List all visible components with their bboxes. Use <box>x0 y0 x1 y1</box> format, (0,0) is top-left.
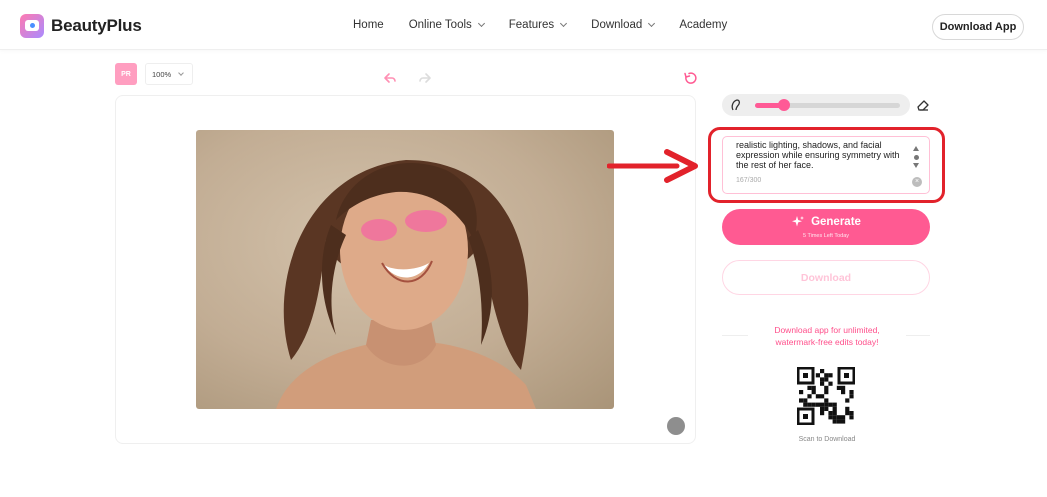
logo-icon <box>20 14 44 38</box>
download-app-button[interactable]: Download App <box>932 14 1024 40</box>
nav-academy[interactable]: Academy <box>679 19 727 31</box>
eraser-icon[interactable] <box>916 98 930 112</box>
chevron-down-icon <box>560 19 568 28</box>
generate-label-row: Generate <box>722 215 930 229</box>
nav-features-label: Features <box>508 19 555 31</box>
qr-caption: Scan to Download <box>798 436 856 443</box>
red-arrow-annotation <box>607 149 698 183</box>
portrait-photo[interactable] <box>196 130 614 409</box>
scroll-down-icon[interactable] <box>913 163 919 168</box>
undo-icon[interactable] <box>383 71 397 85</box>
generate-remaining: 5 Times Left Today <box>802 233 850 239</box>
chevron-down-icon <box>477 19 485 28</box>
nav-features[interactable]: Features <box>508 19 568 31</box>
redo-icon[interactable] <box>418 71 432 85</box>
scroll-thumb[interactable] <box>914 155 919 160</box>
zoom-select[interactable]: 100% <box>145 63 193 85</box>
nav-home[interactable]: Home <box>353 19 384 31</box>
generate-label: Generate <box>811 216 861 228</box>
download-button[interactable]: Download <box>722 260 930 295</box>
nav-download-label: Download <box>591 19 643 31</box>
portrait-illustration <box>276 160 536 409</box>
brush-icon <box>731 99 741 111</box>
sparkle-icon <box>792 216 805 227</box>
chevron-down-icon <box>178 69 185 76</box>
brush-size-thumb[interactable] <box>778 99 790 111</box>
promo-text: Download app for unlimited, watermark-fr… <box>752 324 902 348</box>
reset-icon[interactable] <box>683 71 697 85</box>
logo[interactable]: BeautyPlus <box>20 14 142 38</box>
chevron-down-icon <box>648 19 656 28</box>
nav-academy-label: Academy <box>679 19 728 31</box>
main-nav: Home Online Tools Features Download Acad… <box>353 19 752 31</box>
nav-download[interactable]: Download <box>591 19 656 31</box>
promo-line-2: watermark-free edits today! <box>775 337 879 347</box>
clear-icon[interactable]: × <box>912 177 922 187</box>
promo-line-1: Download app for unlimited, <box>774 325 880 335</box>
qr-code <box>797 367 855 425</box>
compare-icon[interactable] <box>667 417 685 435</box>
top-header: BeautyPlus Home Online Tools Features Do… <box>0 0 1047 50</box>
nav-online-tools-label: Online Tools <box>408 19 472 31</box>
generate-button[interactable]: Generate 5 Times Left Today <box>722 209 930 245</box>
nav-home-label: Home <box>353 19 384 31</box>
avatar[interactable]: PR <box>115 63 137 85</box>
divider <box>906 335 930 336</box>
logo-text: BeautyPlus <box>51 16 142 35</box>
prompt-text[interactable]: realistic lighting, shadows, and facial … <box>736 140 908 170</box>
zoom-value: 100% <box>152 69 172 79</box>
divider <box>722 335 748 336</box>
scroll-up-icon[interactable] <box>913 146 919 151</box>
prompt-char-count: 167/300 <box>736 177 762 184</box>
nav-online-tools[interactable]: Online Tools <box>408 19 485 31</box>
